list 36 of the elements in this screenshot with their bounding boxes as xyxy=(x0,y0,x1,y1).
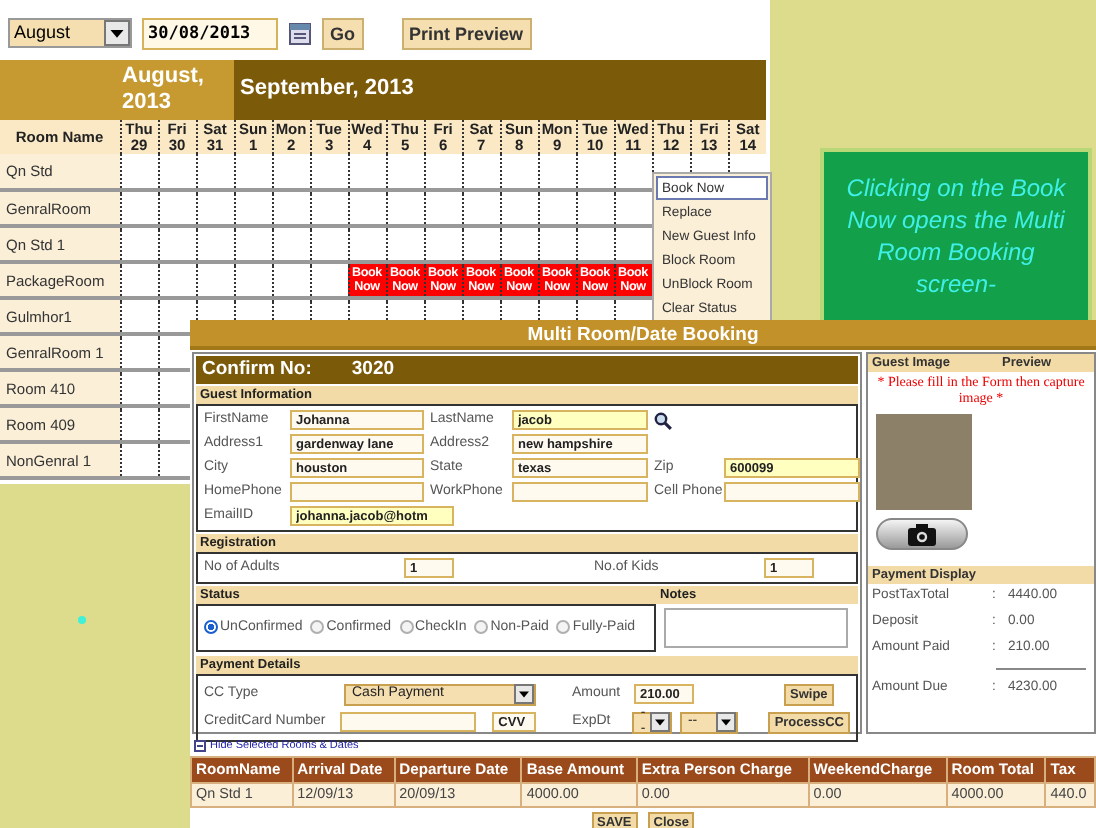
confirm-number: 3020 xyxy=(351,356,395,384)
radio-button[interactable] xyxy=(556,620,571,635)
calendar-icon[interactable] xyxy=(288,20,312,46)
camera-icon xyxy=(908,523,936,545)
dot-marker xyxy=(78,616,86,624)
callout-note: Clicking on the Book Now opens the Multi Room Booking screen- xyxy=(820,148,1092,324)
caret-icon[interactable] xyxy=(716,712,737,733)
calendar-cell[interactable] xyxy=(158,262,196,298)
calendar-cell[interactable] xyxy=(234,262,273,298)
capture-button[interactable] xyxy=(876,518,968,550)
calendar-cell[interactable] xyxy=(272,262,311,298)
input-field[interactable] xyxy=(340,712,477,733)
collapse-icon[interactable] xyxy=(194,740,206,753)
print-preview-button[interactable]: Print Preview xyxy=(401,17,532,49)
radio-button[interactable] xyxy=(399,620,414,635)
radio-button[interactable] xyxy=(310,620,325,635)
input-field[interactable] xyxy=(290,482,424,502)
date-field[interactable]: 30/08/2013 xyxy=(142,17,278,49)
confirm-label: Confirm No: xyxy=(202,356,312,384)
search-icon[interactable] xyxy=(654,411,672,429)
month-header: August, 2013 xyxy=(0,60,235,120)
month-select[interactable]: August xyxy=(8,18,132,48)
photo-placeholder xyxy=(876,414,972,510)
caret-icon[interactable] xyxy=(514,684,534,705)
calendar-cell[interactable] xyxy=(120,262,158,298)
calendar-cell[interactable] xyxy=(196,262,235,298)
input-field[interactable] xyxy=(724,482,860,502)
radio-button[interactable] xyxy=(204,620,218,635)
notes-field[interactable] xyxy=(664,608,848,648)
caret-icon[interactable] xyxy=(649,712,670,733)
input-field[interactable] xyxy=(512,482,648,502)
go-button[interactable]: Go xyxy=(322,17,363,49)
month-header: September, 2013 xyxy=(234,60,767,120)
caret-icon[interactable] xyxy=(104,20,130,46)
dialog-title: Multi Room/Date Booking xyxy=(190,320,1096,350)
radio-button[interactable] xyxy=(474,620,489,635)
